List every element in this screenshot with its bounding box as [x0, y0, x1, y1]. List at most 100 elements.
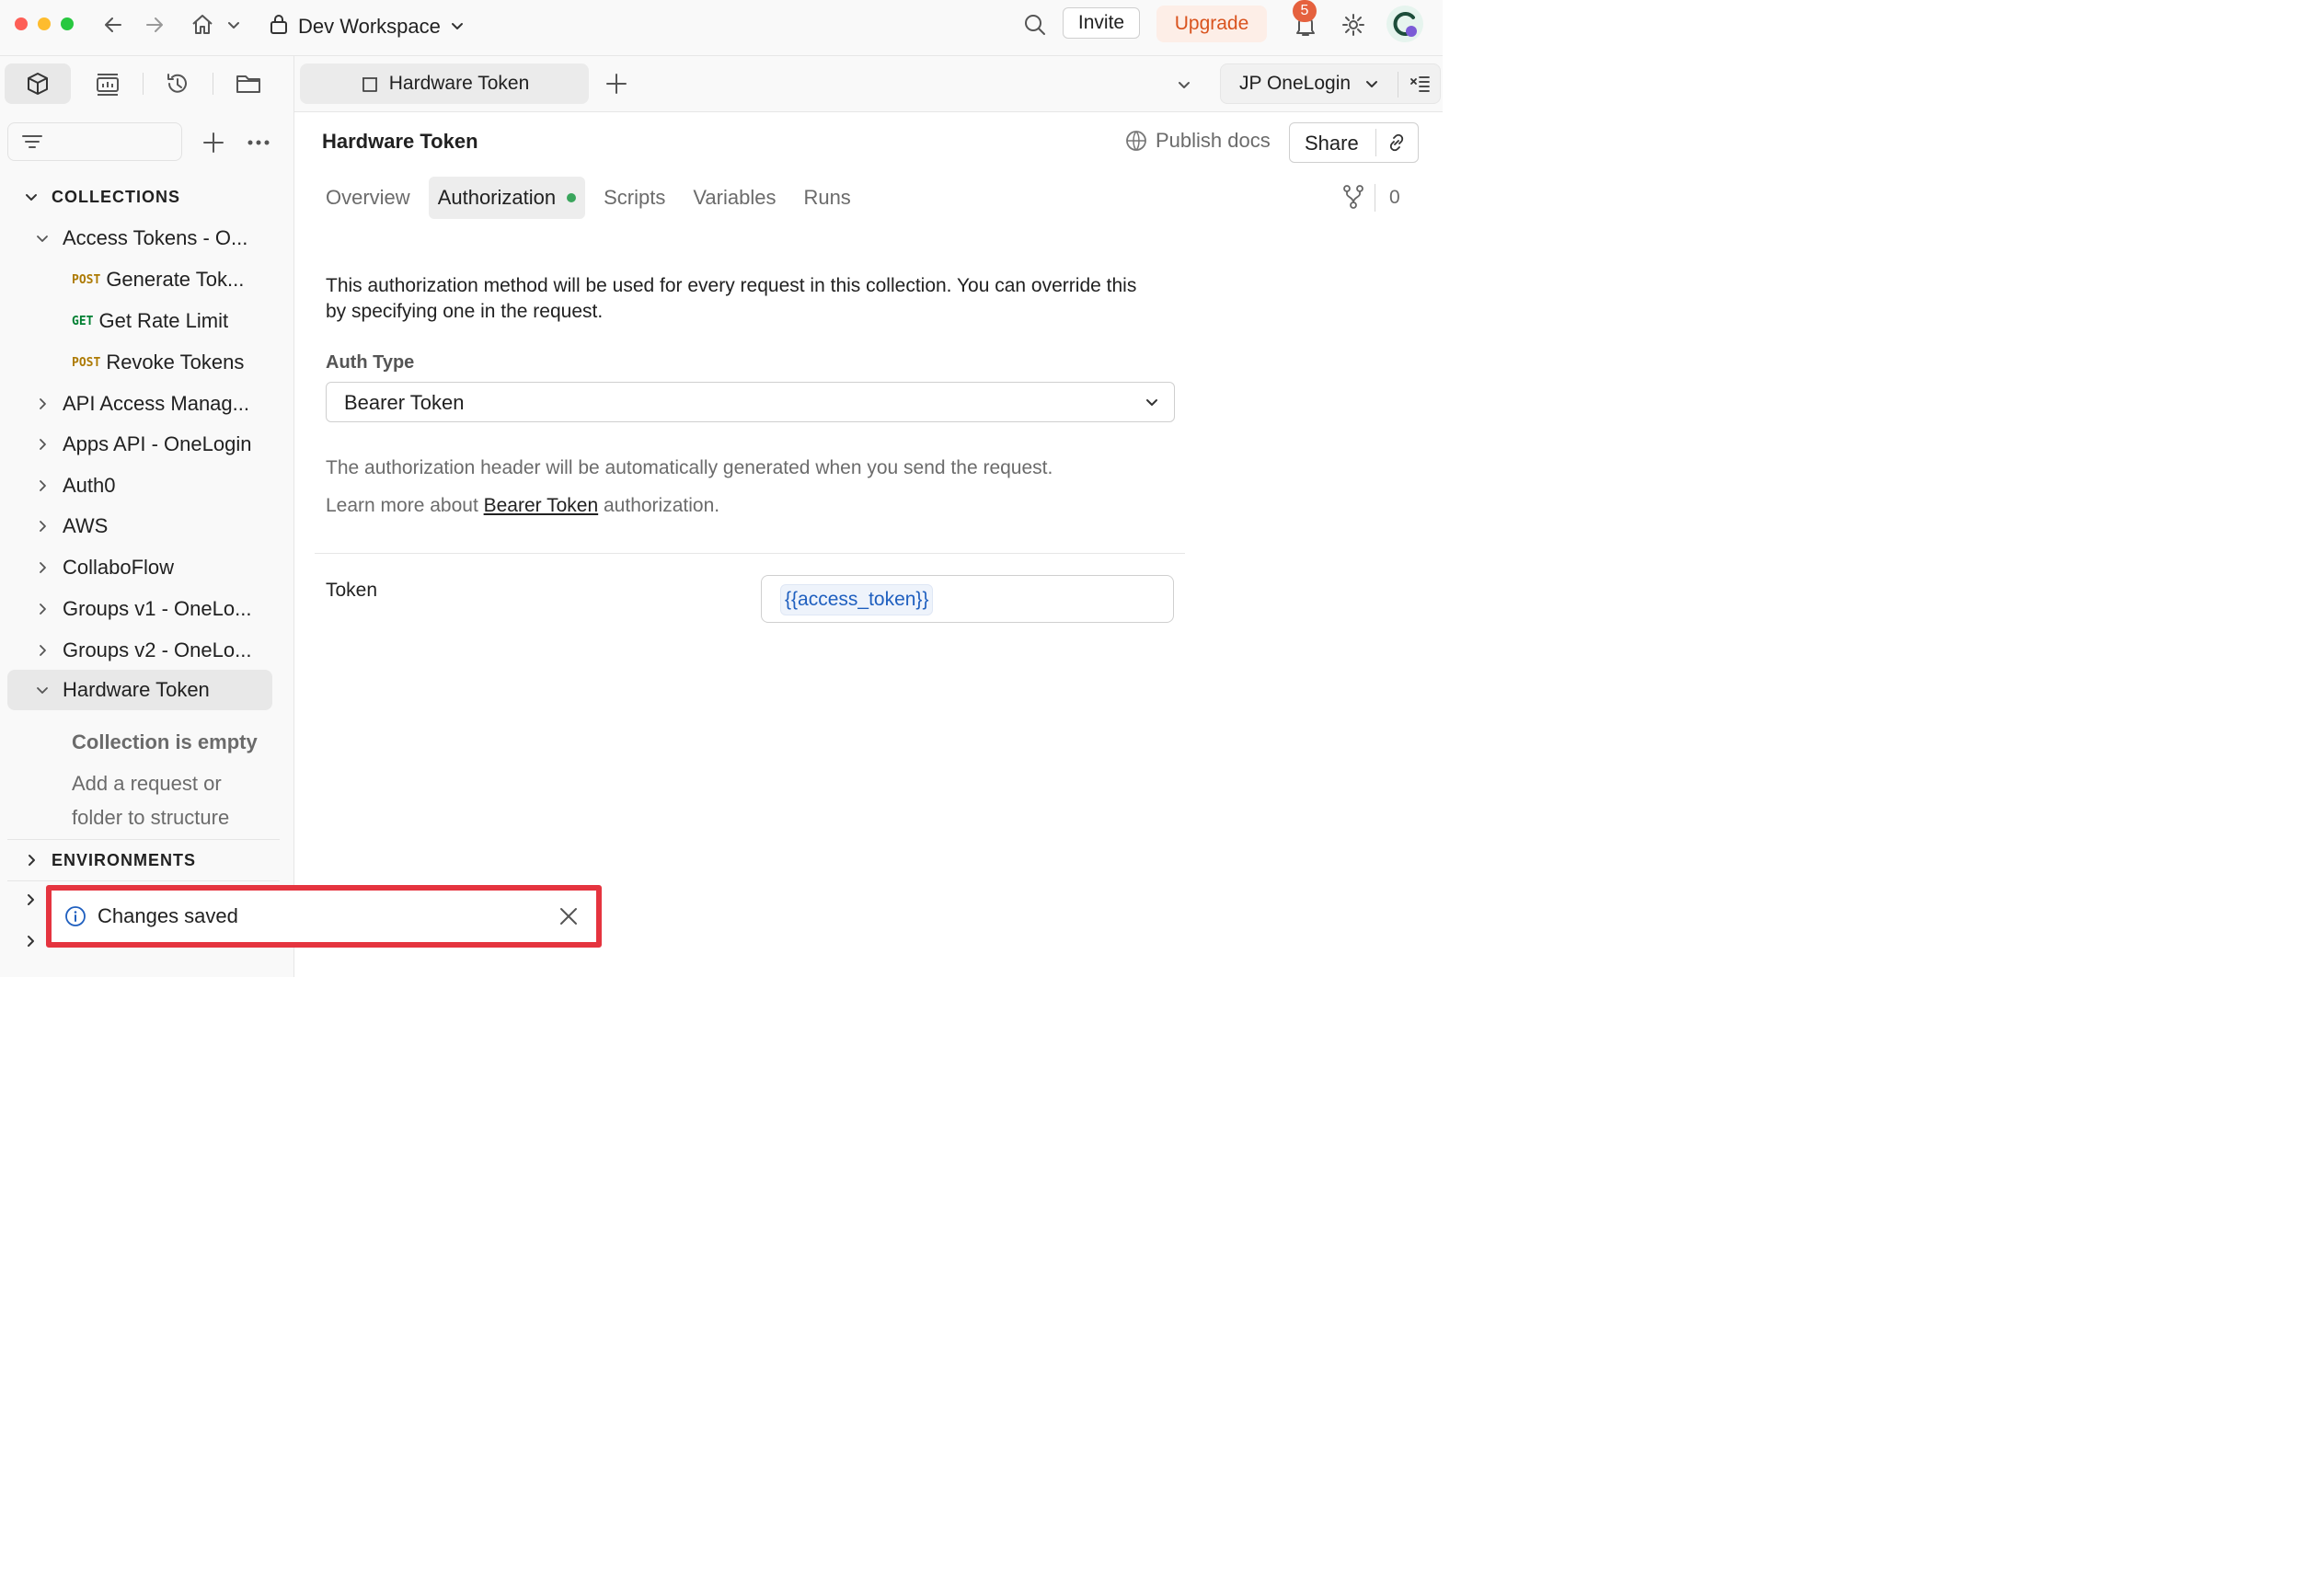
fork-icon[interactable] — [1341, 184, 1365, 210]
window-minimize-button[interactable] — [38, 17, 51, 30]
request-get-rate-limit[interactable]: GET Get Rate Limit — [7, 301, 272, 341]
gear-icon[interactable] — [1340, 11, 1367, 39]
sidebar: COLLECTIONS Access Tokens - O... POST Ge… — [0, 56, 294, 977]
auth-type-value: Bearer Token — [344, 391, 465, 414]
request-label: Get Rate Limit — [98, 309, 229, 332]
window-zoom-button[interactable] — [61, 17, 74, 30]
collection-icon — [362, 77, 377, 92]
collection-label: Hardware Token — [63, 678, 210, 701]
history-icon — [167, 74, 187, 93]
collection-tabs: Overview Authorization Scripts Variables… — [316, 177, 860, 219]
collection-auth0[interactable]: Auth0 — [7, 466, 272, 506]
empty-state-title: Collection is empty — [72, 730, 258, 753]
variable-chip[interactable]: {{access_token}} — [780, 584, 934, 615]
environment-name: JP OneLogin — [1239, 73, 1352, 94]
divider — [143, 73, 144, 95]
new-tab-button[interactable] — [604, 71, 629, 97]
environment-selector[interactable]: JP OneLogin — [1220, 63, 1441, 104]
collection-access-tokens[interactable]: Access Tokens - O... — [7, 218, 272, 259]
auth-help-text: The authorization header will be automat… — [326, 457, 1053, 478]
home-icon[interactable] — [189, 11, 216, 39]
more-options-icon[interactable] — [245, 130, 272, 155]
publish-docs-label: Publish docs — [1156, 129, 1271, 152]
section-label: COLLECTIONS — [52, 187, 180, 206]
environment-variables-icon[interactable] — [1409, 74, 1431, 100]
tab-label: Hardware Token — [388, 73, 530, 94]
tab-runs[interactable]: Runs — [794, 177, 859, 219]
folder-icon — [236, 75, 260, 93]
chevron-right-icon — [35, 478, 50, 493]
back-arrow-icon[interactable] — [101, 13, 125, 37]
filter-input[interactable] — [7, 122, 182, 161]
divider — [1375, 129, 1376, 156]
chevron-down-icon — [35, 683, 50, 697]
window-close-button[interactable] — [15, 17, 28, 30]
tab-label: Authorization — [437, 186, 557, 209]
chevron-right-icon — [24, 853, 39, 868]
chevron-down-icon — [450, 15, 465, 39]
collection-collaboflow[interactable]: CollaboFlow — [7, 547, 272, 588]
files-mode-button[interactable] — [215, 63, 282, 104]
collection-label: Auth0 — [63, 474, 116, 497]
upgrade-button[interactable]: Upgrade — [1156, 6, 1267, 42]
tab-scripts[interactable]: Scripts — [594, 177, 674, 219]
collections-mode-button[interactable] — [5, 63, 71, 104]
request-revoke-tokens[interactable]: POST Revoke Tokens — [7, 342, 272, 383]
globe-icon — [1126, 131, 1146, 151]
auth-type-select[interactable]: Bearer Token — [326, 382, 1175, 422]
notification-badge: 5 — [1293, 0, 1317, 22]
chevron-right-icon — [35, 643, 50, 658]
collection-hardware-token[interactable]: Hardware Token — [7, 670, 272, 710]
chevron-right-icon — [35, 519, 50, 534]
environments-section-toggle[interactable]: ENVIRONMENTS — [7, 840, 272, 880]
chevron-right-icon[interactable] — [24, 893, 37, 906]
collection-label: CollaboFlow — [63, 556, 175, 579]
workspace-switcher[interactable]: Dev Workspace — [269, 11, 465, 42]
status-dot — [567, 193, 577, 202]
avatar[interactable] — [1386, 6, 1423, 42]
search-icon[interactable] — [1021, 11, 1049, 39]
invite-button[interactable]: Invite — [1063, 7, 1140, 39]
request-label: Generate Tok... — [106, 268, 245, 291]
tabs-menu-chevron-icon[interactable] — [1174, 75, 1194, 95]
filter-icon — [22, 135, 42, 148]
chevron-right-icon[interactable] — [24, 935, 37, 948]
token-input[interactable]: {{access_token}} — [761, 575, 1174, 623]
link-icon[interactable] — [1386, 132, 1408, 158]
auth-type-label: Auth Type — [326, 352, 415, 373]
chevron-right-icon — [35, 560, 50, 575]
tab-authorization[interactable]: Authorization — [428, 177, 586, 219]
forward-arrow-icon[interactable] — [143, 13, 167, 37]
publish-docs-button[interactable]: Publish docs — [1124, 129, 1271, 153]
share-button[interactable]: Share — [1305, 132, 1359, 155]
collection-groups-v2[interactable]: Groups v2 - OneLo... — [7, 630, 272, 671]
environments-mode-button[interactable] — [75, 63, 141, 104]
tab-overview[interactable]: Overview — [316, 177, 420, 219]
chevron-right-icon — [35, 437, 50, 452]
environment-icon — [97, 74, 119, 96]
collections-section-toggle[interactable]: COLLECTIONS — [7, 177, 272, 217]
toast-notification: Changes saved — [52, 891, 596, 942]
bearer-token-link[interactable]: Bearer Token — [484, 495, 599, 516]
tab-strip: Hardware Token JP OneLogin — [294, 56, 1443, 112]
request-generate-tokens[interactable]: POST Generate Tok... — [7, 259, 272, 300]
chevron-down-icon — [1364, 76, 1379, 96]
tab-hardware-token[interactable]: Hardware Token — [300, 63, 589, 104]
close-icon[interactable] — [556, 903, 581, 929]
tab-variables[interactable]: Variables — [684, 177, 785, 219]
add-collection-button[interactable] — [201, 130, 226, 155]
chevron-down-icon[interactable] — [224, 16, 243, 34]
toast-message: Changes saved — [98, 904, 238, 927]
page-title: Hardware Token — [322, 130, 478, 153]
auth-learn-more: Learn more about Bearer Token authorizat… — [326, 495, 719, 517]
method-badge: POST — [72, 272, 101, 287]
history-mode-button[interactable] — [144, 63, 211, 104]
collection-apps-api[interactable]: Apps API - OneLogin — [7, 424, 272, 465]
chevron-down-icon — [1145, 395, 1159, 414]
collection-groups-v1[interactable]: Groups v1 - OneLo... — [7, 589, 272, 629]
section-label: ENVIRONMENTS — [52, 850, 197, 869]
collection-label: API Access Manag... — [63, 392, 249, 415]
collection-api-access[interactable]: API Access Manag... — [7, 384, 272, 424]
workspace-name: Dev Workspace — [298, 15, 441, 38]
collection-aws[interactable]: AWS — [7, 506, 272, 546]
